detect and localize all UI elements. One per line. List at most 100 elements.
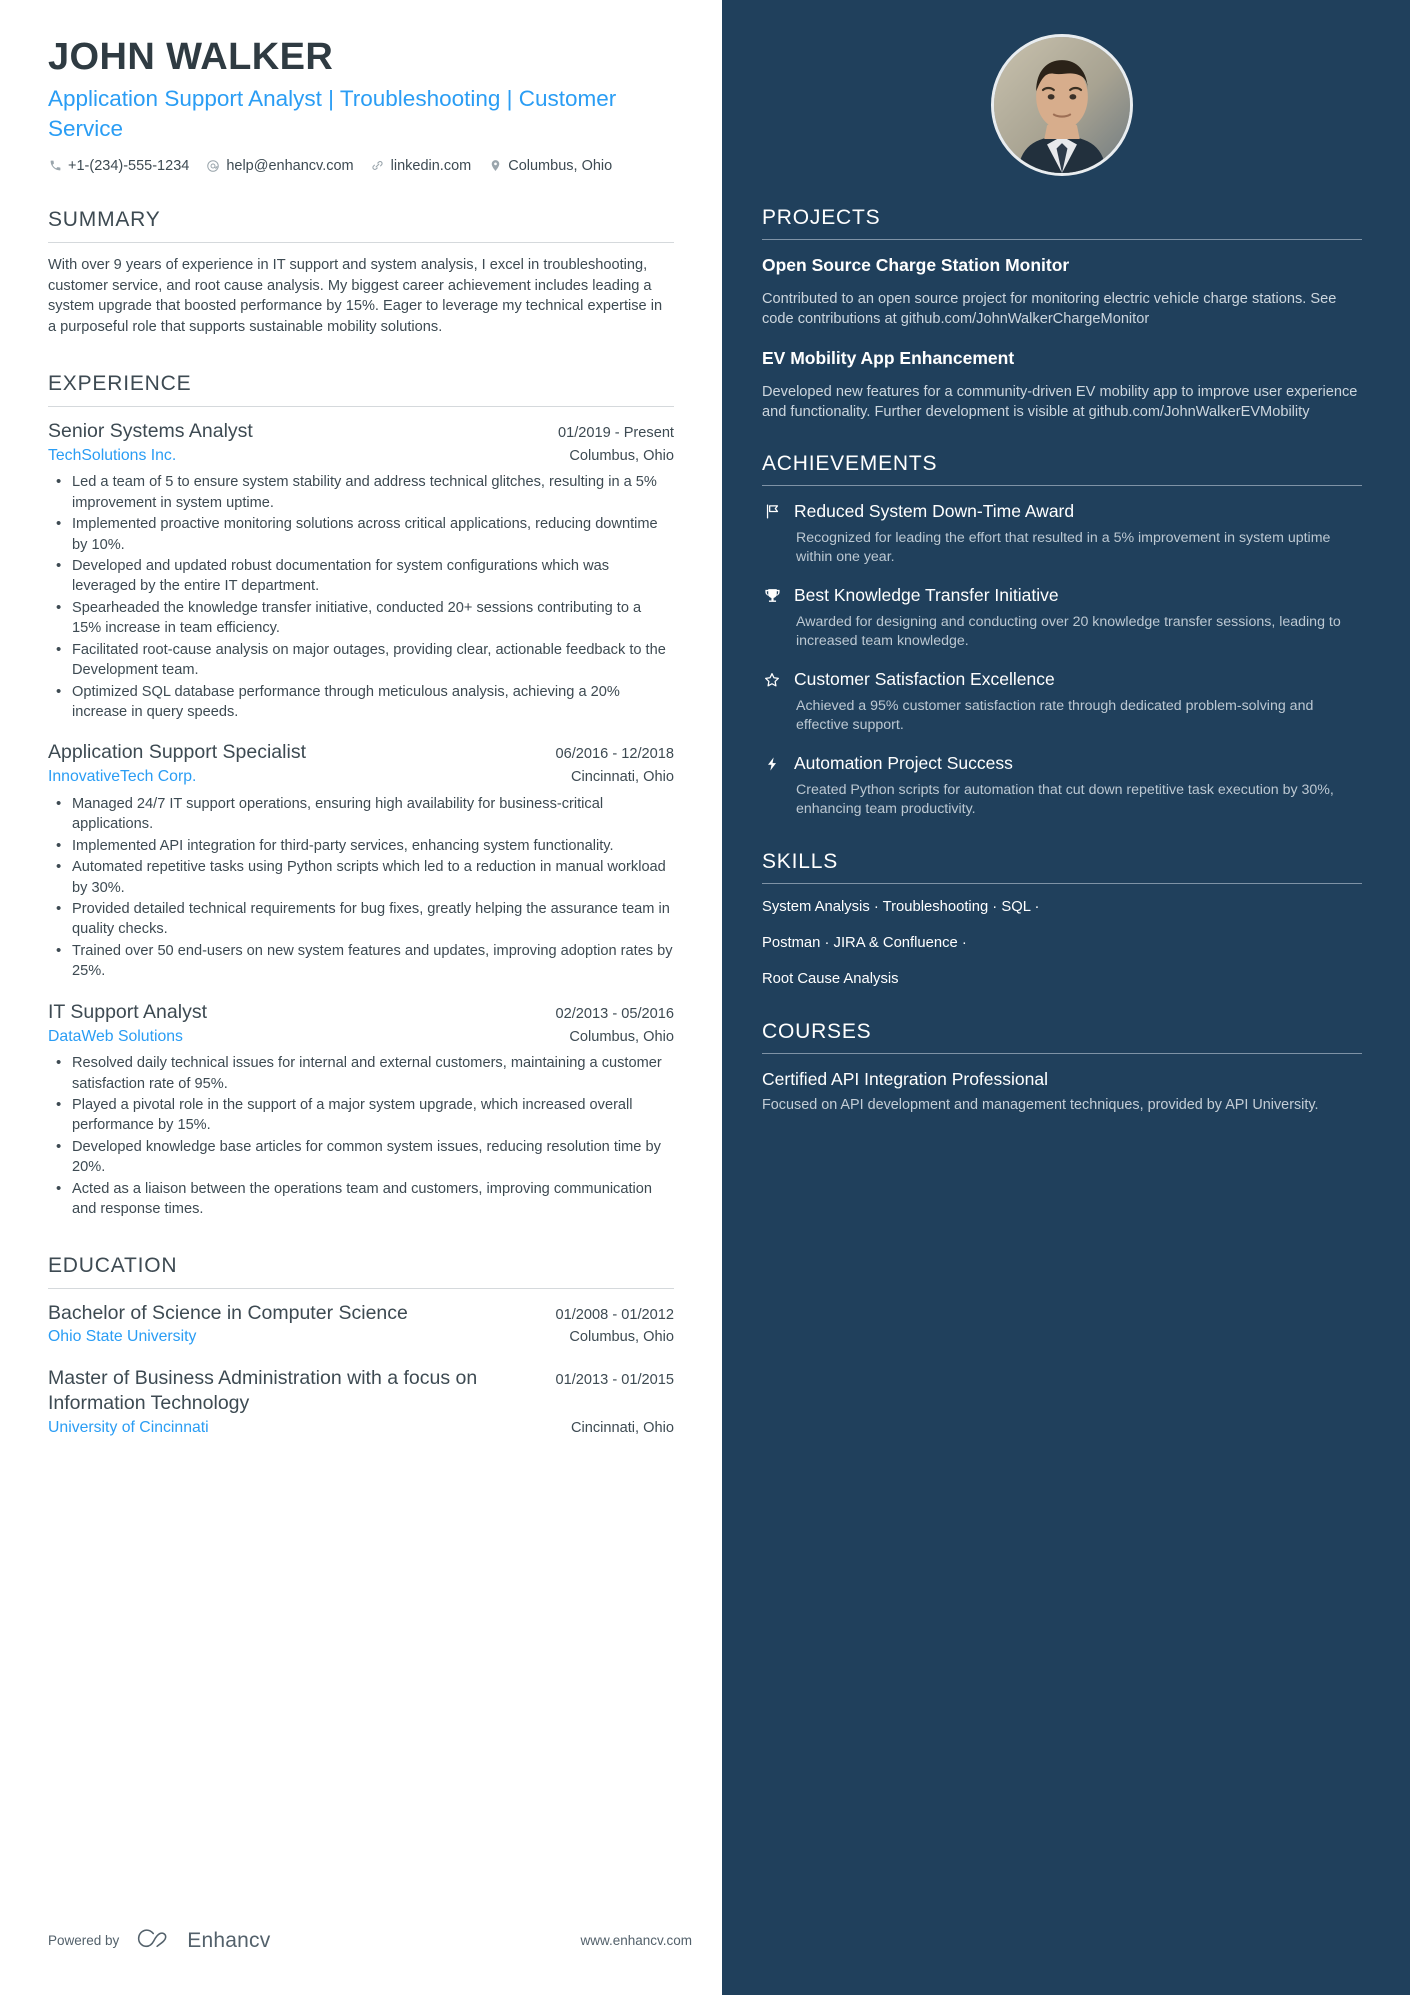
school-name[interactable]: University of Cincinnati — [48, 1418, 209, 1439]
achievement-description: Awarded for designing and conducting ove… — [796, 613, 1341, 650]
achievement-item: Customer Satisfaction Excellence Achieve… — [762, 668, 1362, 736]
section-courses: COURSES Certified API Integration Profes… — [762, 1020, 1362, 1117]
phone-icon — [48, 159, 62, 173]
projects-heading: PROJECTS — [762, 206, 881, 229]
summary-text: With over 9 years of experience in IT su… — [48, 256, 663, 336]
achievement-title: Best Knowledge Transfer Initiative — [794, 584, 1059, 605]
divider — [48, 1287, 674, 1289]
job-title: Senior Systems Analyst — [48, 419, 253, 442]
achievement-title: Automation Project Success — [794, 752, 1013, 773]
entry-subheader: University of Cincinnati Cincinnati, Ohi… — [48, 1416, 674, 1439]
job-title: Application Support Specialist — [48, 741, 306, 764]
list-item: Developed and updated robust documentati… — [48, 555, 674, 597]
entry-subheader: InnovativeTech Corp. Cincinnati, Ohio — [48, 765, 674, 788]
job-date: 01/2019 - Present — [557, 424, 674, 441]
brand-name: Enhancv — [187, 1928, 271, 1952]
degree-date: 01/2008 - 01/2012 — [555, 1306, 674, 1323]
job-location: Columbus, Ohio — [569, 447, 674, 464]
achievement-title: Reduced System Down-Time Award — [794, 501, 1075, 521]
flag-icon — [762, 500, 782, 568]
job-date: 06/2016 - 12/2018 — [555, 746, 674, 763]
education-entry: Bachelor of Science in Computer Science … — [48, 1301, 674, 1348]
job-bullets: Managed 24/7 IT support operations, ensu… — [48, 793, 674, 982]
job-bullets: Resolved daily technical issues for inte… — [48, 1052, 674, 1220]
email-icon — [206, 159, 220, 173]
divider — [48, 241, 674, 243]
resume-page: JOHN WALKER Application Support Analyst … — [0, 0, 1410, 1995]
star-icon — [762, 668, 782, 736]
list-item: Automated repetitive tasks using Python … — [48, 856, 674, 898]
entry-header: Senior Systems Analyst 01/2019 - Present — [48, 419, 674, 444]
achievement-body: Reduced System Down-Time Award Recognize… — [794, 500, 1362, 568]
school-location: Cincinnati, Ohio — [570, 1419, 674, 1436]
course-description: Focused on API development and managemen… — [762, 1097, 1319, 1114]
list-item: Spearheaded the knowledge transfer initi… — [48, 597, 674, 639]
project-description: Contributed to an open source project fo… — [762, 290, 1337, 327]
achievement-item: Best Knowledge Transfer Initiative Award… — [762, 584, 1362, 652]
page-title: JOHN WALKER — [48, 36, 334, 78]
contact-email[interactable]: help@enhancv.com — [206, 157, 354, 174]
section-skills: SKILLS System Analysis · Troubleshooting… — [762, 850, 1362, 990]
achievement-description: Created Python scripts for automation th… — [796, 781, 1334, 818]
job-location: Columbus, Ohio — [569, 1028, 674, 1045]
list-item: Optimized SQL database performance throu… — [48, 681, 674, 723]
achievement-description: Achieved a 95% customer satisfaction rat… — [796, 697, 1314, 734]
powered-by-label: Powered by — [48, 1933, 120, 1948]
trophy-icon — [762, 584, 782, 652]
contact-phone[interactable]: +1-(234)-555-1234 — [48, 158, 189, 174]
footer-brand-group: Powered by Enhancv — [48, 1926, 270, 1955]
list-item: Acted as a liaison between the operation… — [48, 1178, 674, 1220]
contact-link[interactable]: linkedin.com — [371, 158, 471, 174]
entry-subheader: DataWeb Solutions Columbus, Ohio — [48, 1025, 674, 1048]
degree-date: 01/2013 - 01/2015 — [555, 1372, 674, 1389]
company-name[interactable]: TechSolutions Inc. — [48, 446, 176, 467]
entry-subheader: TechSolutions Inc. Columbus, Ohio — [48, 444, 674, 467]
experience-entry: Senior Systems Analyst 01/2019 - Present… — [48, 419, 674, 723]
company-name[interactable]: DataWeb Solutions — [48, 1027, 183, 1048]
project-title: EV Mobility App Enhancement — [762, 348, 1015, 368]
entry-header: Master of Business Administration with a… — [48, 1366, 674, 1416]
contact-email-text: help@enhancv.com — [226, 157, 354, 174]
achievements-heading: ACHIEVEMENTS — [762, 452, 938, 475]
divider — [762, 239, 1362, 240]
bolt-icon — [762, 752, 782, 820]
link-icon — [371, 159, 385, 173]
achievement-title: Customer Satisfaction Excellence — [794, 668, 1055, 689]
contact-bar: +1-(234)-555-1234 help@enhancv.com linke… — [48, 158, 674, 174]
achievement-item: Automation Project Success Created Pytho… — [762, 752, 1362, 820]
professional-headline: Application Support Analyst | Troublesho… — [48, 85, 617, 141]
divider — [48, 405, 674, 407]
entry-header: IT Support Analyst 02/2013 - 05/2016 — [48, 1000, 674, 1025]
list-item: Provided detailed technical requirements… — [48, 898, 674, 940]
courses-heading: COURSES — [762, 1019, 872, 1043]
project-item: EV Mobility App Enhancement Developed ne… — [762, 347, 1362, 422]
list-item: Played a pivotal role in the support of … — [48, 1094, 674, 1136]
summary-heading: SUMMARY — [48, 207, 161, 231]
main-column: JOHN WALKER Application Support Analyst … — [0, 0, 722, 1995]
school-location: Columbus, Ohio — [569, 1329, 674, 1346]
section-summary: SUMMARY With over 9 years of experience … — [48, 208, 674, 338]
job-bullets: Led a team of 5 to ensure system stabili… — [48, 471, 674, 723]
avatar-portrait-icon — [994, 37, 1130, 173]
list-item: Resolved daily technical issues for inte… — [48, 1052, 674, 1094]
experience-heading: EXPERIENCE — [48, 371, 192, 395]
course-title: Certified API Integration Professional — [762, 1068, 1048, 1089]
degree-title: Bachelor of Science in Computer Science — [48, 1301, 408, 1324]
job-location: Cincinnati, Ohio — [570, 769, 674, 786]
divider — [762, 1052, 1362, 1054]
footer-website[interactable]: www.enhancv.com — [580, 1933, 692, 1948]
list-item: Implemented proactive monitoring solutio… — [48, 513, 674, 555]
list-item: Developed knowledge base articles for co… — [48, 1136, 674, 1178]
skills-line: System Analysis · Troubleshooting · SQL … — [762, 898, 1040, 915]
entry-header: Bachelor of Science in Computer Science … — [48, 1301, 674, 1326]
section-achievements: ACHIEVEMENTS Reduced System Down-Time Aw… — [762, 452, 1362, 820]
school-name[interactable]: Ohio State University — [48, 1327, 196, 1348]
project-item: Open Source Charge Station Monitor Contr… — [762, 254, 1362, 329]
experience-entry: IT Support Analyst 02/2013 - 05/2016 Dat… — [48, 1000, 674, 1220]
contact-phone-text: +1-(234)-555-1234 — [68, 157, 190, 174]
avatar — [991, 34, 1133, 176]
company-name[interactable]: InnovativeTech Corp. — [48, 767, 196, 788]
achievement-item: Reduced System Down-Time Award Recognize… — [762, 500, 1362, 568]
contact-location[interactable]: Columbus, Ohio — [488, 158, 612, 174]
job-date: 02/2013 - 05/2016 — [555, 1005, 674, 1022]
